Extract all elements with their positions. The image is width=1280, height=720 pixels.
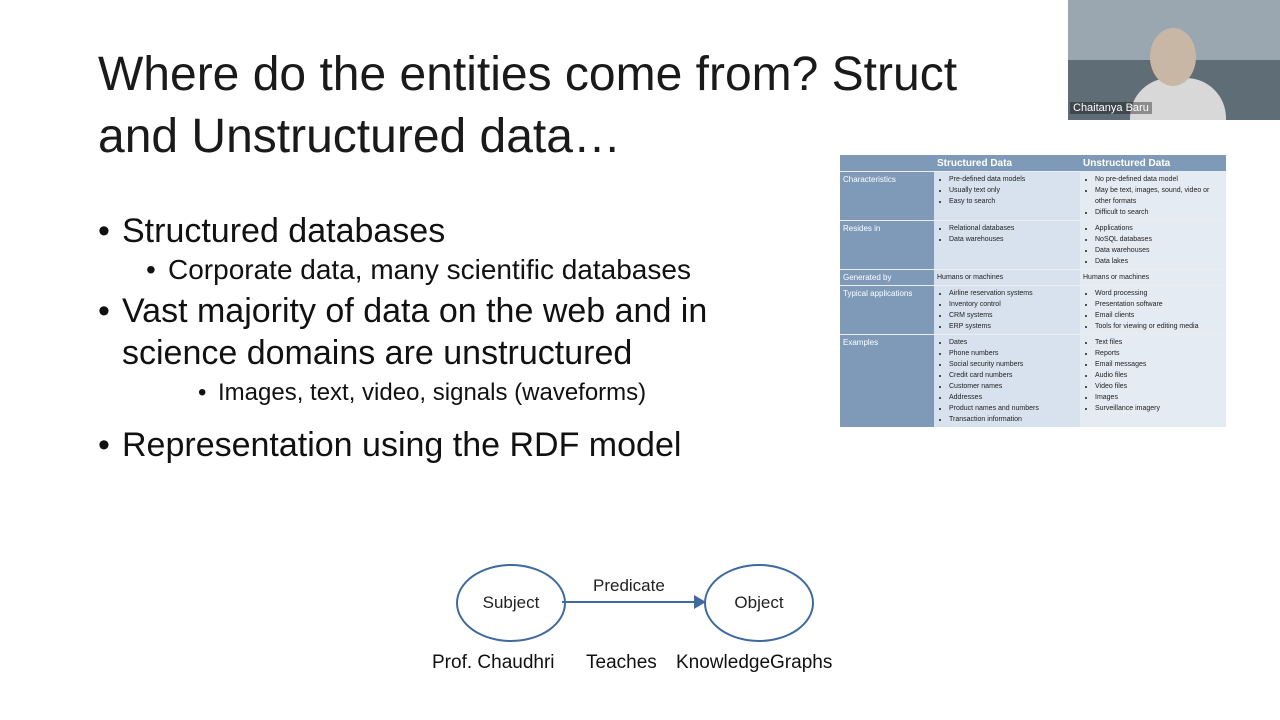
example-predicate: Teaches xyxy=(586,652,657,673)
cell-structured: Relational databases Data warehouses xyxy=(934,220,1080,270)
bullet-structured-databases: Structured databases xyxy=(98,210,838,252)
list-item: Email messages xyxy=(1095,359,1223,370)
example-subject: Prof. Chaudhri xyxy=(432,652,555,673)
list-item: Usually text only xyxy=(949,185,1077,196)
list-item: Addresses xyxy=(949,392,1077,403)
object-node: Object xyxy=(704,564,814,642)
list-item: Transaction information xyxy=(949,414,1077,425)
table-row: Generated by Humans or machines Humans o… xyxy=(840,269,1226,286)
bullet-vast-majority-line2: science domains are unstructured xyxy=(122,334,633,372)
list-item: Applications xyxy=(1095,223,1223,234)
structured-vs-unstructured-table: Structured Data Unstructured Data Charac… xyxy=(840,155,1226,427)
bullet-vast-majority-line1: Vast majority of data on the web and in xyxy=(122,292,708,330)
list-item: Credit card numbers xyxy=(949,370,1077,381)
participant-name-label: Chaitanya Baru xyxy=(1070,102,1152,114)
table-row: Typical applications Airline reservation… xyxy=(840,285,1226,335)
table-row: Examples Dates Phone numbers Social secu… xyxy=(840,334,1226,427)
list-item: Pre-defined data models xyxy=(949,174,1077,185)
slide-title: Where do the entities come from? Struct … xyxy=(98,44,957,168)
list-item: Surveillance imagery xyxy=(1095,403,1223,414)
row-label-resides-in: Resides in xyxy=(840,220,934,270)
participant-head xyxy=(1150,28,1196,86)
sub-bullet-corporate-data: Corporate data, many scientific database… xyxy=(98,252,838,288)
list-item: Easy to search xyxy=(949,196,1077,207)
cell-unstructured: Word processing Presentation software Em… xyxy=(1080,285,1226,335)
table-header-structured: Structured Data xyxy=(934,155,1080,172)
list-item: Airline reservation systems xyxy=(949,288,1077,299)
list-item: Data warehouses xyxy=(949,234,1077,245)
list-item: No pre-defined data model xyxy=(1095,174,1223,185)
list-item: ERP systems xyxy=(949,321,1077,332)
bullet-rdf-representation: Representation using the RDF model xyxy=(98,424,838,466)
cell-unstructured: Applications NoSQL databases Data wareho… xyxy=(1080,220,1226,270)
row-label-generated-by: Generated by xyxy=(840,269,934,286)
predicate-label: Predicate xyxy=(593,576,665,595)
subject-node: Subject xyxy=(456,564,566,642)
rdf-triple-diagram: Subject Predicate Object Prof. Chaudhri … xyxy=(432,560,860,680)
list-item: Difficult to search xyxy=(1095,207,1223,218)
list-item: Data warehouses xyxy=(1095,245,1223,256)
cell-unstructured: Text files Reports Email messages Audio … xyxy=(1080,334,1226,427)
list-item: Phone numbers xyxy=(949,348,1077,359)
list-item: Relational databases xyxy=(949,223,1077,234)
bullet-list: Structured databases Corporate data, man… xyxy=(98,210,838,466)
list-item: Tools for viewing or editing media xyxy=(1095,321,1223,332)
cell-structured: Airline reservation systems Inventory co… xyxy=(934,285,1080,335)
list-item: Inventory control xyxy=(949,299,1077,310)
list-item: Data lakes xyxy=(1095,256,1223,267)
list-item: NoSQL databases xyxy=(1095,234,1223,245)
list-item: Images xyxy=(1095,392,1223,403)
subject-label: Subject xyxy=(482,593,540,612)
list-item: Text files xyxy=(1095,337,1223,348)
table-header-row: Structured Data Unstructured Data xyxy=(840,155,1226,172)
list-item: Reports xyxy=(1095,348,1223,359)
row-label-characteristics: Characteristics xyxy=(840,171,934,221)
slide-title-line1: Where do the entities come from? Struct xyxy=(98,48,958,101)
list-item: Email clients xyxy=(1095,310,1223,321)
table-header-unstructured: Unstructured Data xyxy=(1080,155,1226,172)
predicate-arrow-line xyxy=(562,601,698,603)
cell-structured: Dates Phone numbers Social security numb… xyxy=(934,334,1080,427)
example-object: KnowledgeGraphs xyxy=(676,652,833,673)
list-item: May be text, images, sound, video or oth… xyxy=(1095,185,1223,207)
row-label-typical-applications: Typical applications xyxy=(840,285,934,335)
list-item: Product names and numbers xyxy=(949,403,1077,414)
list-item: Dates xyxy=(949,337,1077,348)
table-row: Characteristics Pre-defined data models … xyxy=(840,171,1226,221)
row-label-examples: Examples xyxy=(840,334,934,427)
cell-unstructured: No pre-defined data model May be text, i… xyxy=(1080,171,1226,221)
list-item: Video files xyxy=(1095,381,1223,392)
bullet-vast-majority: Vast majority of data on the web and in … xyxy=(98,290,838,374)
cell-unstructured: Humans or machines xyxy=(1080,269,1226,286)
list-item: Audio files xyxy=(1095,370,1223,381)
list-item: Presentation software xyxy=(1095,299,1223,310)
sub-bullet-images-text: Images, text, video, signals (waveforms) xyxy=(98,376,838,410)
slide-title-line2: and Unstructured data… xyxy=(98,110,621,163)
table-header-empty xyxy=(840,155,934,172)
cell-structured: Humans or machines xyxy=(934,269,1080,286)
list-item: CRM systems xyxy=(949,310,1077,321)
list-item: Social security numbers xyxy=(949,359,1077,370)
object-label: Object xyxy=(734,593,784,612)
participant-video-tile[interactable]: Chaitanya Baru xyxy=(1068,0,1280,120)
list-item: Word processing xyxy=(1095,288,1223,299)
list-item: Customer names xyxy=(949,381,1077,392)
table-row: Resides in Relational databases Data war… xyxy=(840,220,1226,270)
cell-structured: Pre-defined data models Usually text onl… xyxy=(934,171,1080,221)
